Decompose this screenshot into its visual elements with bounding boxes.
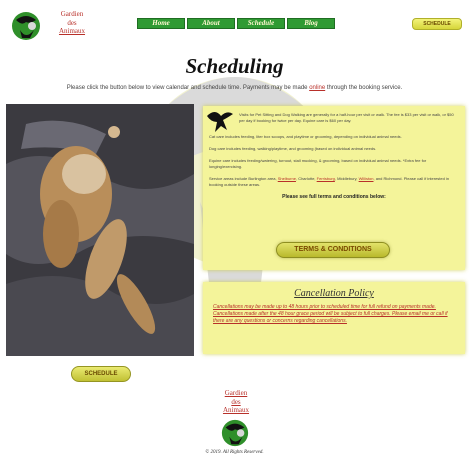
rates-text: Visits for Pet Sitting and Dog Walking a… — [239, 112, 454, 123]
intro-text-end: through the booking service. — [325, 85, 403, 91]
nav-item-blog[interactable]: Blog — [287, 18, 335, 29]
cancellation-panel: Cancellation Policy Cancellations may be… — [203, 282, 465, 354]
footer-brand-line-2: des — [231, 397, 241, 406]
cancellation-title: Cancellation Policy — [294, 288, 374, 299]
brand-line-2: des — [67, 18, 77, 27]
cat-photo-graphic — [6, 104, 194, 356]
equine-care-text: Equine care includes feeding/watering, t… — [209, 158, 427, 169]
see-terms-text: Please see full terms and conditions bel… — [282, 194, 386, 200]
cat-photo — [6, 104, 194, 356]
site-logo[interactable]: Gardien des Animaux — [10, 8, 90, 44]
footer-brand-line-3: Animaux — [222, 406, 250, 414]
service-areas-sep-2: , Middlebury, — [334, 176, 359, 181]
brand-name: Gardien des Animaux — [52, 10, 92, 36]
terms-conditions-button[interactable]: TERMS & CONDITIONS — [276, 242, 390, 258]
footer-pets-globe-icon — [221, 419, 249, 447]
cancellation-text[interactable]: Cancellations may be made up to 48 hours… — [209, 304, 459, 325]
online-payment-link[interactable]: online — [309, 85, 325, 91]
city-link-ferrisburg[interactable]: Ferrisburg — [317, 176, 335, 181]
page-title: Scheduling — [185, 54, 284, 78]
intro-text-start: Please click the button below to view ca… — [66, 85, 310, 91]
nav-item-about[interactable]: About — [187, 18, 235, 29]
brand-line-3: Animaux — [58, 27, 86, 35]
city-link-shelburne[interactable]: Shelburne — [278, 176, 296, 181]
service-areas-sep-1: , Charlotte, — [295, 176, 317, 181]
service-areas-intro: Service areas include Burlington area, — [209, 176, 278, 181]
intro-text: Please click the button below to view ca… — [0, 85, 469, 91]
griffin-bird-icon — [207, 112, 233, 132]
city-link-williston[interactable]: Williston — [359, 176, 374, 181]
service-areas-text: Service areas include Burlington area, S… — [209, 176, 459, 188]
cat-care-text: Cat care includes feeding, liter box sco… — [209, 134, 402, 139]
copyright-text: © 2019. All Rights Reserved. — [205, 450, 264, 455]
brand-line-1: Gardien — [60, 10, 84, 18]
footer-brand-line-1: Gardien — [224, 389, 248, 397]
footer-brand-name[interactable]: Gardien des Animaux — [216, 389, 256, 415]
header-schedule-button[interactable]: SCHEDULE — [412, 18, 462, 30]
info-panel: Visits for Pet Sitting and Dog Walking a… — [203, 106, 465, 270]
schedule-button[interactable]: SCHEDULE — [71, 366, 131, 382]
pets-globe-icon — [12, 12, 40, 40]
nav-item-schedule[interactable]: Schedule — [237, 18, 285, 29]
dog-care-text: Dog care includes feeding, walking/playt… — [209, 146, 377, 151]
main-nav: Home About Schedule Blog — [137, 18, 335, 29]
nav-item-home[interactable]: Home — [137, 18, 185, 29]
